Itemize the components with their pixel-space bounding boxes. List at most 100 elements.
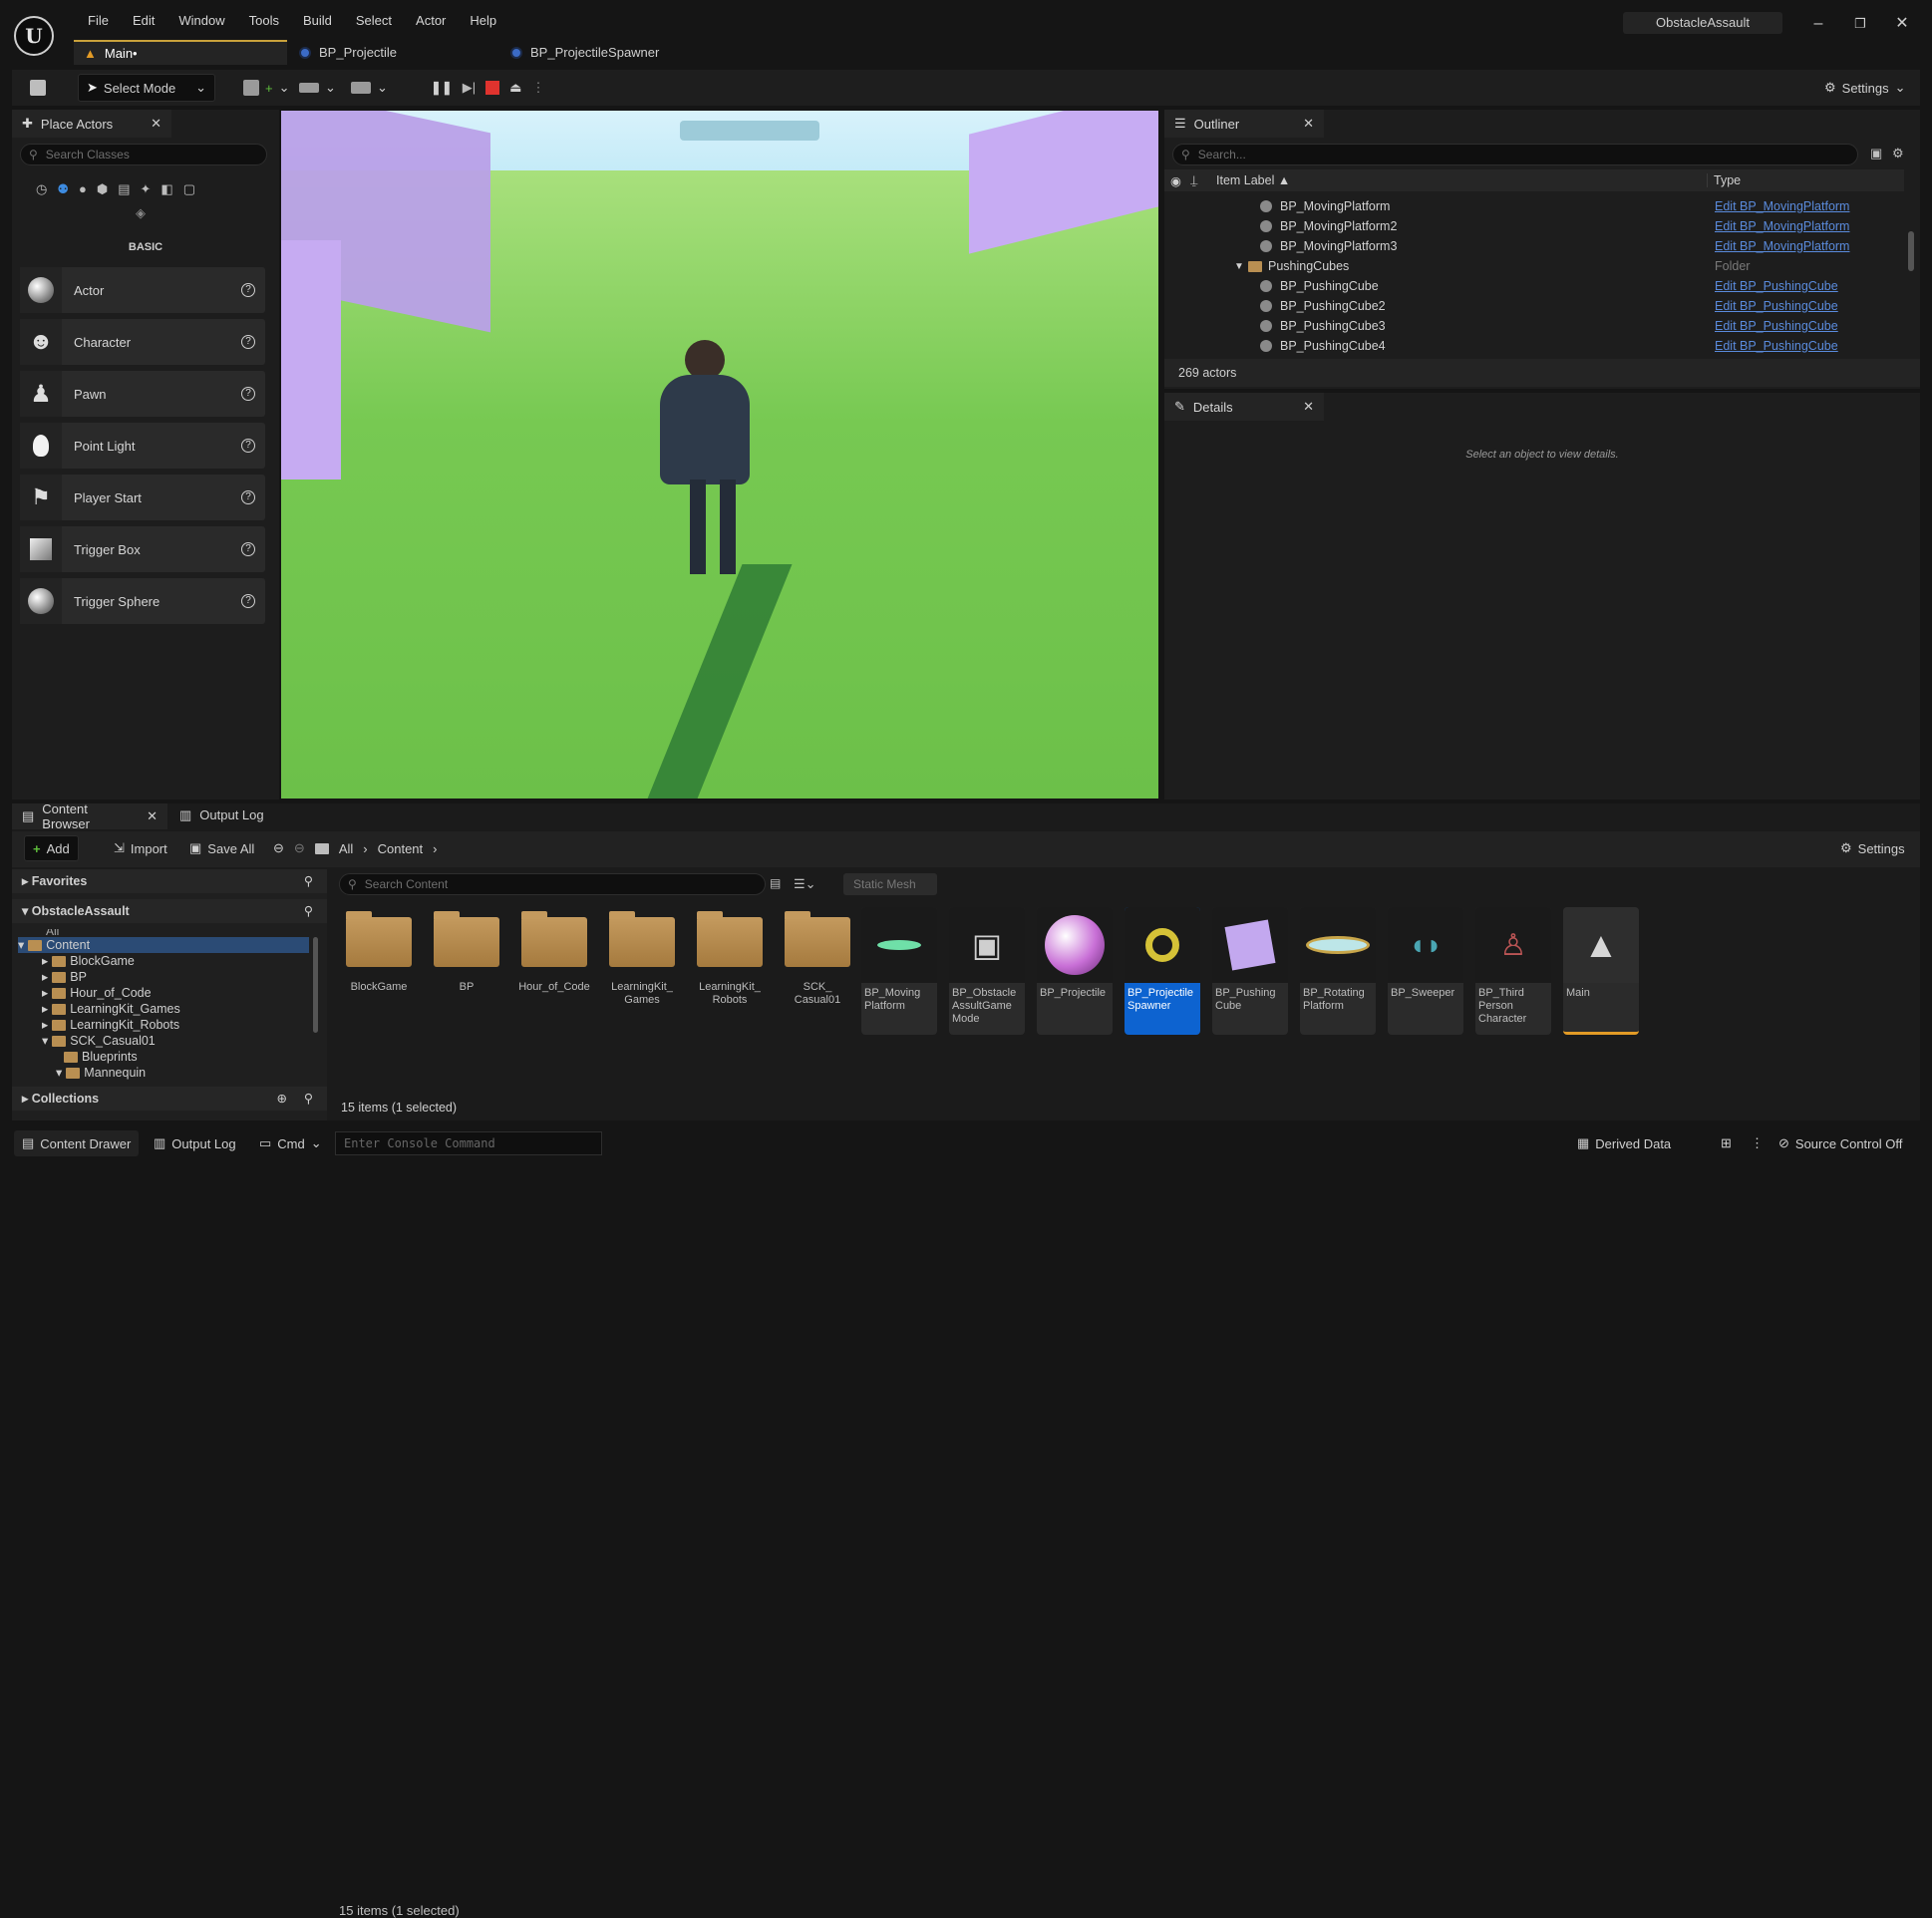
actor-item-actor[interactable]: Actor?	[20, 267, 265, 313]
actor-item-point-light[interactable]: Point Light?	[20, 423, 265, 469]
row-type-link[interactable]: Edit BP_MovingPlatform	[1715, 199, 1849, 213]
cb-settings-button[interactable]: ⚙ Settings	[1832, 835, 1913, 861]
tree-item-learningkit-games[interactable]: ▸ LearningKit_Games	[42, 1001, 180, 1017]
details-tab[interactable]: ✎ Details ✕	[1164, 393, 1324, 421]
close-icon[interactable]: ✕	[1882, 12, 1922, 36]
level-viewport[interactable]	[281, 111, 1158, 799]
actor-item-trigger-sphere[interactable]: Trigger Sphere?	[20, 578, 265, 624]
tab-main[interactable]: ▲ Main•	[74, 40, 287, 65]
menu-tools[interactable]: Tools	[237, 12, 291, 30]
row-type-link[interactable]: Edit BP_MovingPlatform	[1715, 239, 1849, 253]
search-icon[interactable]: ⚲	[304, 1087, 313, 1111]
outliner-tab[interactable]: ☰ Outliner ✕	[1164, 110, 1324, 138]
filter-icon[interactable]: ☰⌄	[794, 876, 816, 892]
help-icon[interactable]: ?	[241, 542, 255, 556]
light-icon[interactable]: ●	[79, 181, 87, 197]
save-all-button[interactable]: ▣ Save All	[181, 835, 262, 861]
pin-icon[interactable]: ⍊	[1190, 173, 1198, 188]
more-categories-icon[interactable]: ◈	[136, 205, 146, 221]
help-icon[interactable]: ?	[241, 490, 255, 504]
cinematic-icon[interactable]: ▤	[118, 181, 130, 197]
folder-tile-learningkit-games[interactable]: LearningKit_ Games	[604, 907, 680, 1035]
tree-item-all[interactable]: All	[18, 929, 317, 937]
close-icon[interactable]: ✕	[1303, 116, 1314, 132]
search-icon[interactable]: ⚲	[304, 869, 313, 893]
actor-item-character[interactable]: ☻ Character?	[20, 319, 265, 365]
unreal-logo-icon[interactable]: U	[14, 16, 54, 56]
item-label-column[interactable]: Item Label ▲	[1216, 173, 1290, 187]
tab-bp-projectile-spawner[interactable]: BP_ProjectileSpawner	[500, 40, 710, 65]
back-icon[interactable]: ⊖	[273, 840, 284, 856]
folder-tile-learningkit-robots[interactable]: LearningKit_ Robots	[692, 907, 768, 1035]
add-folder-icon[interactable]: ▣	[1870, 146, 1882, 161]
help-icon[interactable]: ?	[241, 283, 255, 297]
shapes-icon[interactable]: ⬢	[97, 181, 108, 197]
tab-bp-projectile[interactable]: BP_Projectile	[289, 40, 498, 65]
volumes-icon[interactable]: ◧	[161, 181, 172, 197]
actor-item-player-start[interactable]: ⚑ Player Start?	[20, 475, 265, 520]
blueprint-button[interactable]: ⌄	[291, 74, 344, 102]
asset-tile-bp-third-person-character[interactable]: ♙ BP_Third Person Character	[1475, 907, 1551, 1035]
pause-icon[interactable]: ❚❚	[431, 80, 453, 96]
tree-item-blockgame[interactable]: ▸ BlockGame	[42, 953, 135, 969]
outliner-row[interactable]: BP_PushingCube3 Edit BP_PushingCube	[1166, 316, 1904, 336]
search-content-input[interactable]: ⚲ Search Content	[339, 873, 766, 895]
menu-window[interactable]: Window	[166, 12, 236, 30]
breadcrumb-content[interactable]: Content	[378, 841, 424, 856]
actor-item-trigger-box[interactable]: Trigger Box?	[20, 526, 265, 572]
tree-item-content[interactable]: ▾ Content	[18, 937, 309, 953]
restore-icon[interactable]: ❐	[1840, 12, 1880, 36]
recent-icon[interactable]: ◷	[36, 181, 47, 197]
asset-tile-bp-obstacle-game-mode[interactable]: ▣ BP_Obstacle AssultGame Mode	[949, 907, 1025, 1035]
output-log-button[interactable]: ▥ Output Log	[146, 1130, 244, 1156]
asset-tile-bp-rotating-platform[interactable]: BP_Rotating Platform	[1300, 907, 1376, 1035]
menu-actor[interactable]: Actor	[404, 12, 458, 30]
close-icon[interactable]: ✕	[151, 116, 161, 132]
select-mode-dropdown[interactable]: ➤ Select Mode ⌄	[78, 74, 215, 102]
revision-control-icon[interactable]: ⊞	[1713, 1130, 1740, 1156]
import-button[interactable]: ⇲ Import	[106, 835, 175, 861]
row-type-link[interactable]: Edit BP_PushingCube	[1715, 319, 1838, 333]
asset-tile-main[interactable]: ▲ Main	[1563, 907, 1639, 1035]
gear-icon[interactable]: ⚙	[1892, 146, 1904, 161]
tree-item-mannequin[interactable]: ▾ Mannequin	[56, 1065, 146, 1081]
folder-tile-bp[interactable]: BP	[429, 907, 504, 1035]
expand-arrow-icon[interactable]: ▼	[1234, 261, 1244, 272]
folder-tile-blockgame[interactable]: BlockGame	[341, 907, 417, 1035]
tree-item-hour-of-code[interactable]: ▸ Hour_of_Code	[42, 985, 152, 1001]
row-type-link[interactable]: Edit BP_MovingPlatform	[1715, 219, 1849, 233]
help-icon[interactable]: ?	[241, 594, 255, 608]
outliner-row[interactable]: BP_PushingCube4 Edit BP_PushingCube	[1166, 336, 1904, 356]
project-header[interactable]: ▾ ObstacleAssault ⚲	[12, 899, 327, 923]
eject-icon[interactable]: ⏏	[509, 80, 521, 96]
static-mesh-filter[interactable]: Static Mesh	[843, 873, 937, 895]
asset-tile-bp-sweeper[interactable]: ◖◗ BP_Sweeper	[1388, 907, 1463, 1035]
help-icon[interactable]: ?	[241, 387, 255, 401]
add-content-button[interactable]: + ⌄	[235, 74, 298, 102]
add-button[interactable]: + Add	[24, 835, 79, 861]
content-browser-tab[interactable]: ▤ Content Browser ✕	[12, 801, 167, 831]
settings-button[interactable]: ⚙ Settings ⌄	[1816, 74, 1914, 102]
menu-build[interactable]: Build	[291, 12, 344, 30]
folder-tile-hour-of-code[interactable]: Hour_of_Code	[516, 907, 592, 1035]
outliner-row[interactable]: BP_MovingPlatform Edit BP_MovingPlatform	[1166, 196, 1904, 216]
outliner-row[interactable]: BP_PushingCube Edit BP_PushingCube	[1166, 276, 1904, 296]
asset-tile-bp-moving-platform[interactable]: BP_Moving Platform	[861, 907, 937, 1035]
tree-item-bp[interactable]: ▸ BP	[42, 969, 87, 985]
breadcrumb-all[interactable]: All	[339, 841, 353, 856]
asset-tile-bp-projectile-spawner[interactable]: BP_Projectile Spawner	[1125, 907, 1200, 1035]
actor-item-pawn[interactable]: ♟ Pawn?	[20, 371, 265, 417]
console-command-input[interactable]: Enter Console Command	[335, 1131, 602, 1155]
stop-icon[interactable]	[485, 81, 500, 95]
row-type-link[interactable]: Edit BP_PushingCube	[1715, 279, 1838, 293]
minimize-icon[interactable]: –	[1798, 12, 1838, 36]
menu-edit[interactable]: Edit	[121, 12, 166, 30]
visual-effects-icon[interactable]: ✦	[141, 181, 152, 197]
search-icon[interactable]: ⚲	[304, 899, 313, 923]
asset-tile-bp-pushing-cube[interactable]: BP_Pushing Cube	[1212, 907, 1288, 1035]
asset-tile-bp-projectile[interactable]: BP_Projectile	[1037, 907, 1113, 1035]
save-search-icon[interactable]: ▤	[770, 876, 781, 890]
outliner-folder-row[interactable]: ▼ PushingCubes Folder	[1166, 256, 1904, 276]
close-icon[interactable]: ✕	[147, 808, 158, 824]
search-classes-input[interactable]: ⚲ Search Classes	[20, 144, 267, 165]
